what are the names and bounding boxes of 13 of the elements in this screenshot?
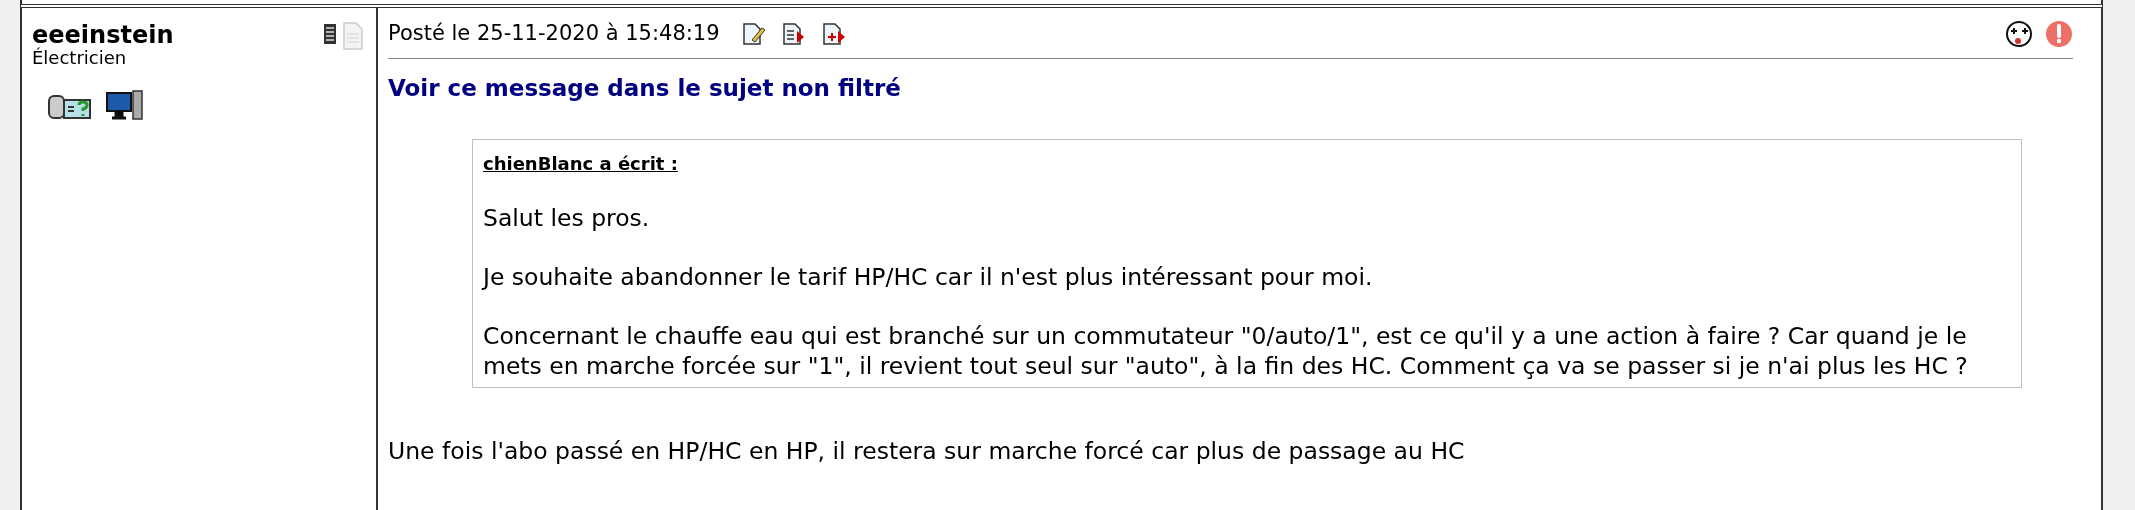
quote-paragraph: Je souhaite abandonner le tarif HP/HC car il n'est plus intéressant pour moi. — [483, 262, 1374, 292]
quote-author[interactable]: chienBlanc a écrit : — [483, 150, 2011, 177]
post-date: Posté le 25-11-2020 à 15:48:19 — [388, 20, 720, 47]
unfiltered-topic-link[interactable]: Voir ce message dans le sujet non filtré — [388, 70, 2091, 105]
computer-icon[interactable] — [106, 90, 144, 120]
user-role: Électricien — [32, 48, 128, 68]
quote-paragraph: Concernant le chauffe eau qui est branché sur un commutateur "0/auto/1", est ce qu'il y a une action à faire ? Car quand je le mets en marche forcée sur "1", il revient tout seul sur "auto", à la fin des HC. Comment ça va se passer si je n'ai plus les HC ? — [483, 321, 1969, 381]
profile-icon[interactable] — [322, 22, 338, 46]
alert-icon[interactable] — [2045, 19, 2073, 48]
quote-paragraph: Salut les pros. — [483, 203, 651, 233]
post-text: Une fois l'abo passé en HP/HC en HP, il restera sur marche forcé car plus de passage au HC — [388, 436, 1466, 467]
face-icon[interactable] — [2005, 19, 2033, 48]
username[interactable]: eeeinstein — [32, 22, 174, 48]
